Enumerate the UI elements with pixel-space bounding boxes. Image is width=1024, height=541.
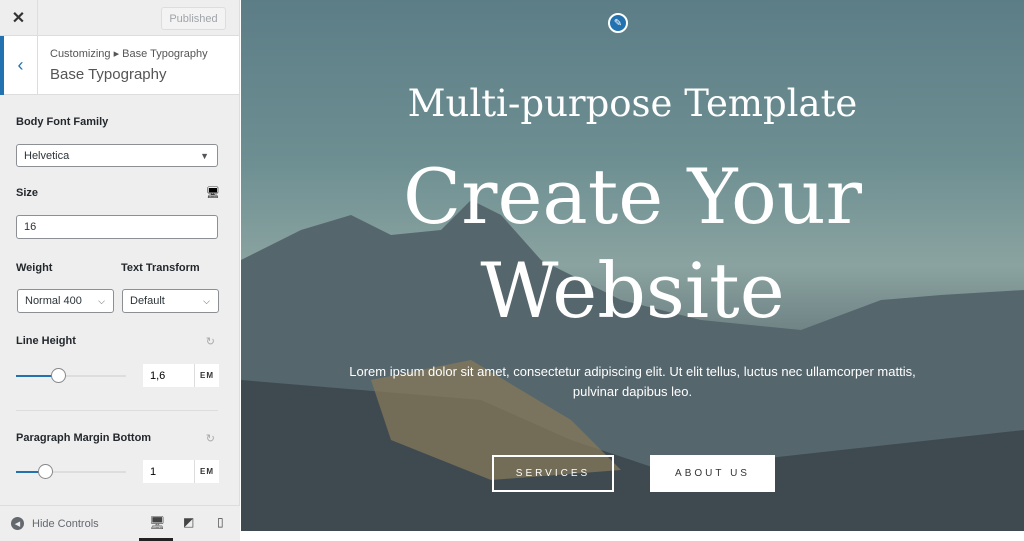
paragraph-margin-slider[interactable] — [16, 464, 126, 479]
slider-handle[interactable] — [37, 464, 53, 479]
slider-handle[interactable] — [50, 368, 66, 383]
text-transform-select[interactable]: Default ⌵ — [122, 289, 219, 313]
footer-bar: ◀ Hide Controls 🖥 ◩ ▯ — [0, 505, 240, 541]
desktop-icon[interactable]: 🖥 — [206, 186, 220, 199]
select-value: Helvetica — [24, 149, 70, 162]
site-preview-hero: ✎ Multi-purpose Template Create Your Web… — [241, 0, 1024, 531]
tablet-preview-icon[interactable]: ◩ — [183, 515, 194, 529]
section-header: ‹ Customizing ▸ Base Typography Base Typ… — [0, 36, 239, 95]
hero-subtitle: Multi-purpose Template — [407, 82, 858, 125]
text-transform-label: Text Transform — [121, 262, 200, 274]
chevron-down-icon: ⌵ — [98, 295, 105, 306]
section-title: Base Typography — [50, 66, 167, 83]
divider — [16, 410, 218, 411]
hide-controls-label: Hide Controls — [32, 517, 99, 530]
back-chevron-icon[interactable]: ‹ — [0, 36, 38, 95]
desktop-preview-icon[interactable]: 🖥 — [149, 515, 166, 531]
about-us-button[interactable]: ABOUT US — [650, 455, 775, 492]
published-button[interactable]: Published — [161, 7, 226, 30]
reset-icon[interactable]: ↻ — [206, 432, 215, 445]
paragraph-margin-label: Paragraph Margin Bottom — [16, 432, 152, 444]
mobile-preview-icon[interactable]: ▯ — [217, 515, 224, 529]
paragraph-margin-input[interactable]: 1 EM — [143, 460, 219, 483]
body-font-family-label: Body Font Family — [16, 116, 109, 128]
value[interactable]: 1 — [143, 460, 195, 483]
hero-title: Create Your Website — [402, 152, 863, 335]
select-value: Default — [130, 295, 165, 307]
weight-select[interactable]: Normal 400 ⌵ — [17, 289, 114, 313]
select-value: Normal 400 — [25, 295, 82, 307]
body-font-family-select[interactable]: Helvetica ▼ — [16, 144, 218, 167]
hide-controls-button[interactable]: ◀ Hide Controls — [11, 517, 99, 530]
close-icon[interactable]: ✕ — [0, 0, 38, 36]
size-label: Size — [16, 187, 39, 199]
unit: EM — [200, 371, 214, 380]
size-input[interactable]: 16 — [16, 215, 218, 239]
reset-icon[interactable]: ↻ — [206, 335, 215, 348]
customizer-sidebar: ✕ Published ‹ Customizing ▸ Base Typogra… — [0, 0, 240, 541]
dropdown-arrow-icon: ▼ — [200, 150, 209, 161]
line-height-input[interactable]: 1,6 EM — [143, 364, 219, 387]
customizer-header: ✕ Published — [0, 0, 239, 36]
chevron-down-icon: ⌵ — [203, 295, 210, 306]
unit: EM — [200, 467, 214, 476]
line-height-slider[interactable] — [16, 368, 126, 383]
breadcrumb: Customizing ▸ Base Typography — [50, 48, 208, 60]
services-button[interactable]: SERVICES — [492, 455, 614, 492]
collapse-icon: ◀ — [11, 517, 24, 530]
weight-label: Weight — [16, 262, 53, 274]
line-height-label: Line Height — [16, 335, 76, 347]
hero-text: Lorem ipsum dolor sit amet, consectetur … — [349, 364, 916, 399]
edit-pencil-icon[interactable]: ✎ — [608, 13, 628, 33]
value[interactable]: 1,6 — [143, 364, 195, 387]
